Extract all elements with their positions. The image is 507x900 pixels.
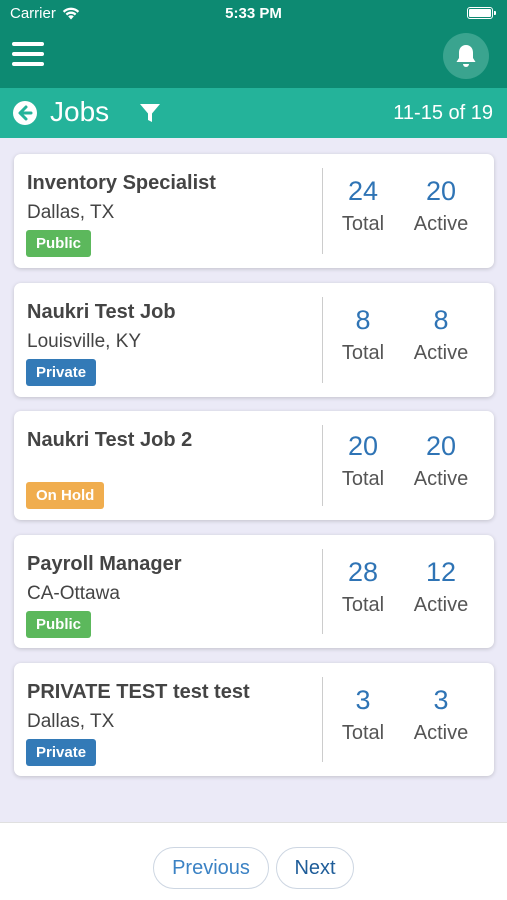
job-title: PRIVATE TEST test test [27, 681, 250, 703]
total-stat: 20 Total [323, 431, 403, 491]
total-count: 3 [355, 685, 371, 715]
active-label: Active [413, 468, 469, 490]
total-label: Total [341, 342, 385, 364]
total-count: 28 [347, 557, 379, 587]
next-button[interactable]: Next [276, 847, 354, 889]
status-badge: Public [26, 230, 92, 257]
job-card[interactable]: Naukri Test Job 2 On Hold 20 Total 20 Ac… [14, 411, 494, 520]
total-stat: 8 Total [323, 305, 403, 365]
total-stat: 3 Total [323, 685, 403, 745]
active-stat: 20 Active [401, 431, 481, 491]
active-count: 12 [425, 557, 457, 587]
active-stat: 3 Active [401, 685, 481, 745]
job-title: Inventory Specialist [27, 172, 216, 194]
job-card[interactable]: Naukri Test Job Louisville, KY Private 8… [14, 283, 494, 397]
total-count: 20 [347, 431, 379, 461]
job-location: CA-Ottawa [27, 583, 120, 604]
job-title: Payroll Manager [27, 553, 182, 575]
status-bar: Carrier 5:33 PM [0, 0, 507, 26]
notifications-button[interactable] [443, 33, 489, 79]
active-stat: 20 Active [401, 176, 481, 236]
status-badge: Private [26, 359, 97, 386]
jobs-toolbar: Jobs 11-15 of 19 [0, 88, 507, 138]
job-title: Naukri Test Job 2 [27, 429, 193, 451]
active-count: 8 [433, 305, 449, 335]
status-badge: Public [26, 611, 92, 638]
active-count: 20 [425, 176, 457, 206]
job-card[interactable]: Payroll Manager CA-Ottawa Public 28 Tota… [14, 535, 494, 648]
total-label: Total [341, 722, 385, 744]
job-card[interactable]: PRIVATE TEST test test Dallas, TX Privat… [14, 663, 494, 776]
bell-icon [456, 45, 476, 67]
menu-icon[interactable] [12, 42, 44, 70]
active-label: Active [413, 594, 469, 616]
clock: 5:33 PM [225, 5, 282, 22]
total-stat: 24 Total [323, 176, 403, 236]
filter-icon[interactable] [138, 101, 162, 125]
status-badge: Private [26, 739, 97, 766]
job-location: Louisville, KY [27, 331, 142, 352]
total-label: Total [341, 468, 385, 490]
back-arrow-icon[interactable] [12, 100, 38, 126]
total-label: Total [341, 213, 385, 235]
status-badge: On Hold [26, 482, 105, 509]
active-stat: 8 Active [401, 305, 481, 365]
result-range: 11-15 of 19 [393, 102, 493, 124]
total-count: 8 [355, 305, 371, 335]
active-label: Active [413, 213, 469, 235]
job-location: Dallas, TX [27, 711, 115, 732]
active-count: 3 [433, 685, 449, 715]
active-label: Active [413, 722, 469, 744]
previous-button[interactable]: Previous [153, 847, 269, 889]
job-title: Naukri Test Job [27, 301, 176, 323]
job-card[interactable]: Inventory Specialist Dallas, TX Public 2… [14, 154, 494, 268]
battery-icon [467, 7, 496, 19]
total-stat: 28 Total [323, 557, 403, 617]
pagination-bar: Previous Next [0, 822, 507, 900]
page-title: Jobs [50, 96, 110, 127]
active-stat: 12 Active [401, 557, 481, 617]
total-label: Total [341, 594, 385, 616]
active-label: Active [413, 342, 469, 364]
total-count: 24 [347, 176, 379, 206]
job-location: Dallas, TX [27, 202, 115, 223]
app-bar [0, 26, 507, 88]
active-count: 20 [425, 431, 457, 461]
